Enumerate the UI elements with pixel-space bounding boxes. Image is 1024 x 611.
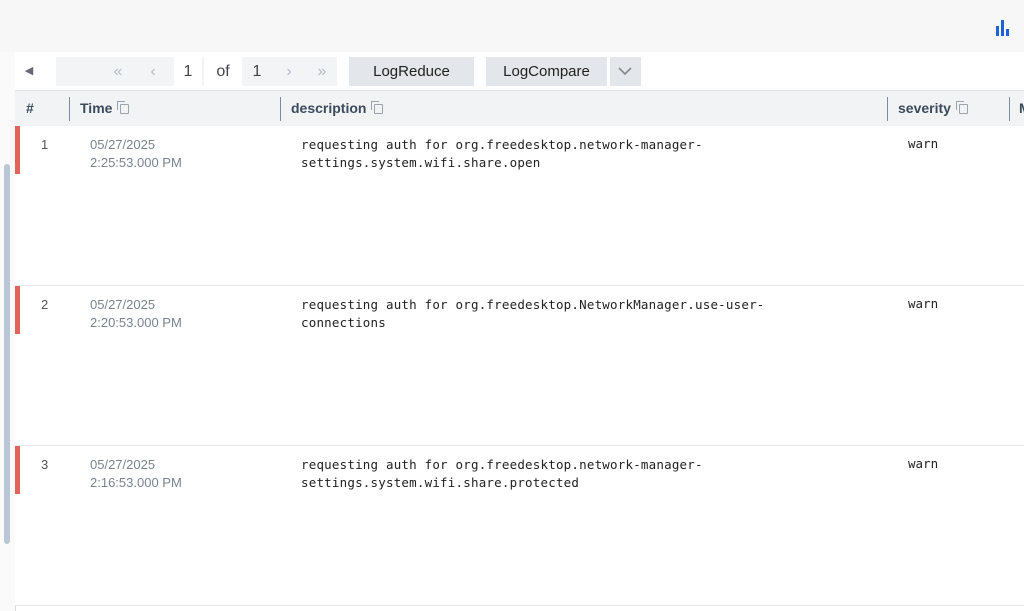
left-rail <box>0 52 16 611</box>
severity-marker <box>15 126 20 174</box>
last-page-icon[interactable]: » <box>310 57 334 86</box>
copy-icon[interactable] <box>374 104 383 114</box>
row-date: 05/27/2025 <box>90 136 182 154</box>
row-description: requesting auth for org.freedesktop.netw… <box>301 456 861 492</box>
chevron-down-icon <box>617 66 633 76</box>
row-description-line: requesting auth for org.freedesktop.Netw… <box>301 296 861 314</box>
column-resize-handle[interactable] <box>69 97 70 121</box>
logreduce-button[interactable]: LogReduce <box>349 57 474 86</box>
column-next[interactable]: M <box>1019 91 1024 126</box>
page-of-label: of <box>204 57 242 86</box>
total-pages: 1 <box>244 57 270 86</box>
column-severity[interactable]: severity <box>898 91 968 126</box>
row-description-line: settings.system.wifi.share.protected <box>301 474 861 492</box>
row-timestamp: 2:20:53.000 PM <box>90 314 182 332</box>
row-date: 05/27/2025 <box>90 296 182 314</box>
row-time: 05/27/2025 2:20:53.000 PM <box>90 296 182 332</box>
results-toolbar: ◀ « ‹ 1 of 1 › » LogReduce LogCompare <box>15 52 1024 90</box>
row-description-line: requesting auth for org.freedesktop.netw… <box>301 136 861 154</box>
row-description-line: settings.system.wifi.share.open <box>301 154 861 172</box>
row-description-line: requesting auth for org.freedesktop.netw… <box>301 456 861 474</box>
row-severity: warn <box>908 296 938 311</box>
severity-marker <box>15 446 20 494</box>
row-date: 05/27/2025 <box>90 456 182 474</box>
first-page-icon[interactable]: « <box>106 57 130 86</box>
table-header: # Time description severity M <box>15 90 1024 127</box>
collapse-left-icon[interactable]: ◀ <box>21 62 37 80</box>
row-number: 2 <box>41 297 48 312</box>
bar-chart-icon[interactable] <box>996 20 1014 36</box>
column-resize-handle[interactable] <box>1009 97 1010 121</box>
copy-icon[interactable] <box>120 104 129 114</box>
logcompare-button[interactable]: LogCompare <box>486 57 607 86</box>
row-description-line: connections <box>301 314 861 332</box>
table-row[interactable]: 1 05/27/2025 2:25:53.000 PM requesting a… <box>15 126 1024 286</box>
previous-page-icon[interactable]: ‹ <box>142 57 164 86</box>
column-severity-label: severity <box>898 100 951 116</box>
row-timestamp: 2:25:53.000 PM <box>90 154 182 172</box>
table-row[interactable]: 2 05/27/2025 2:20:53.000 PM requesting a… <box>15 286 1024 446</box>
logcompare-dropdown[interactable] <box>610 57 641 86</box>
pagination: « ‹ 1 of 1 › » <box>56 57 337 86</box>
severity-marker <box>15 286 20 334</box>
row-time: 05/27/2025 2:16:53.000 PM <box>90 456 182 492</box>
column-resize-handle[interactable] <box>887 97 888 121</box>
row-description: requesting auth for org.freedesktop.Netw… <box>301 296 861 332</box>
column-description-label: description <box>291 100 366 116</box>
row-description: requesting auth for org.freedesktop.netw… <box>301 136 861 172</box>
column-time[interactable]: Time <box>80 91 129 126</box>
top-bar <box>0 0 1024 52</box>
copy-icon[interactable] <box>959 104 968 114</box>
next-page-icon[interactable]: › <box>278 57 300 86</box>
column-time-label: Time <box>80 100 112 116</box>
vertical-scrollbar[interactable] <box>4 164 10 544</box>
page-number-input[interactable]: 1 <box>174 57 202 86</box>
row-number: 3 <box>41 457 48 472</box>
row-severity: warn <box>908 456 938 471</box>
column-description[interactable]: description <box>291 91 383 126</box>
row-number: 1 <box>41 137 48 152</box>
table-row[interactable]: 3 05/27/2025 2:16:53.000 PM requesting a… <box>15 446 1024 606</box>
column-resize-handle[interactable] <box>280 97 281 121</box>
column-number: # <box>26 91 34 126</box>
row-timestamp: 2:16:53.000 PM <box>90 474 182 492</box>
row-severity: warn <box>908 136 938 151</box>
row-time: 05/27/2025 2:25:53.000 PM <box>90 136 182 172</box>
